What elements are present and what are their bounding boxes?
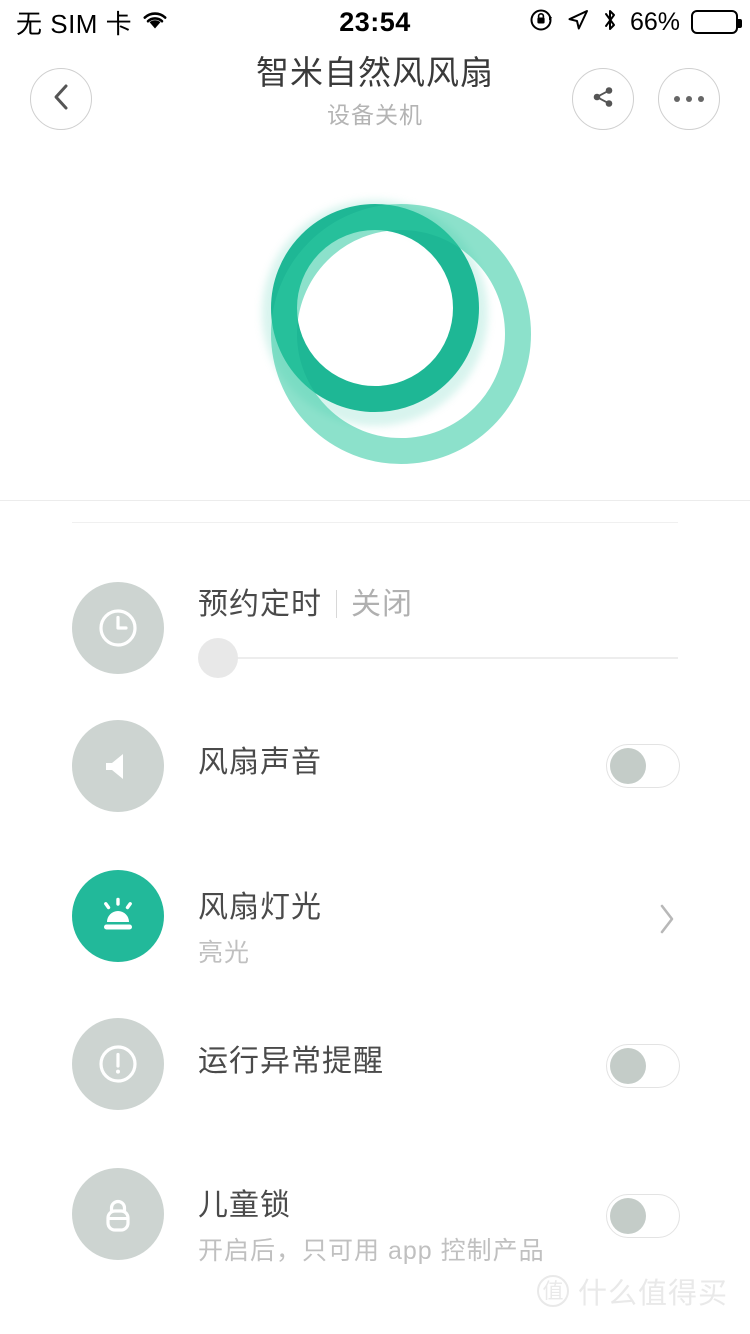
- navigation-bar: 智米自然风风扇 设备关机: [0, 44, 750, 144]
- section-divider: [0, 500, 750, 501]
- timer-value: 关闭: [351, 588, 413, 621]
- list-item-title: 预约定时 关闭: [198, 585, 413, 625]
- timer-title: 预约定时: [198, 588, 322, 621]
- child-lock-text-group: 儿童锁 开启后，只可用 app 控制产品: [198, 1186, 545, 1270]
- share-icon: [588, 82, 618, 117]
- fan-light-value: 亮光: [198, 939, 251, 967]
- nav-title-group: 智米自然风风扇 设备关机: [0, 50, 750, 132]
- list-item-error-alert[interactable]: 运行异常提醒: [0, 1000, 750, 1150]
- speaker-icon: [72, 720, 164, 812]
- slider-track: [220, 657, 678, 659]
- error-alert-toggle[interactable]: [606, 1044, 680, 1088]
- fan-sound-title: 风扇声音: [198, 746, 322, 779]
- status-bar-right: 66%: [529, 7, 742, 38]
- child-lock-description: 开启后，只可用 app 控制产品: [198, 1237, 545, 1265]
- toggle-thumb: [610, 748, 646, 784]
- fan-sound-toggle[interactable]: [606, 744, 680, 788]
- list-item-fan-sound[interactable]: 风扇声音: [0, 690, 750, 840]
- page-title: 智米自然风风扇: [256, 54, 494, 91]
- timer-text-group: 预约定时 关闭: [198, 585, 413, 625]
- fan-sound-text-group: 风扇声音: [198, 743, 322, 783]
- light-icon: [72, 870, 164, 962]
- watermark: 值 什么值得买: [536, 1270, 728, 1312]
- clock-icon: [72, 582, 164, 674]
- list-item-fan-light[interactable]: 风扇灯光 亮光: [0, 840, 750, 1000]
- timer-slider[interactable]: [198, 638, 678, 678]
- share-button[interactable]: [572, 68, 634, 130]
- list-item-timer[interactable]: 预约定时 关闭: [0, 540, 750, 690]
- power-toggle-ring[interactable]: [262, 200, 531, 464]
- error-alert-title: 运行异常提醒: [198, 1045, 384, 1078]
- bluetooth-icon: [601, 7, 619, 38]
- slider-thumb[interactable]: [198, 638, 238, 678]
- lock-icon: [72, 1168, 164, 1260]
- watermark-text: 什么值得买: [577, 1278, 728, 1310]
- more-options-button[interactable]: [658, 68, 720, 130]
- fan-light-title: 风扇灯光: [198, 891, 322, 924]
- toggle-thumb: [610, 1048, 646, 1084]
- title-separator: [336, 590, 337, 618]
- battery-percent-label: 66%: [629, 7, 680, 36]
- list-top-divider: [72, 522, 678, 523]
- settings-list: 预约定时 关闭 风扇声音 风扇灯光 亮光 运行异常提醒 儿童锁 开启后，只可用 …: [0, 540, 750, 1310]
- device-status-label: 设备关机: [327, 102, 423, 128]
- error-alert-text-group: 运行异常提醒: [198, 1042, 384, 1082]
- chevron-right-icon[interactable]: [656, 902, 678, 941]
- battery-icon: [691, 10, 742, 34]
- status-bar: 无 SIM 卡 23:54 66%: [0, 0, 750, 44]
- alert-icon: [72, 1018, 164, 1110]
- child-lock-title: 儿童锁: [198, 1189, 291, 1222]
- watermark-logo-icon: 值: [536, 1275, 569, 1307]
- power-ring-area: [0, 144, 750, 500]
- fan-light-text-group: 风扇灯光 亮光: [198, 888, 322, 972]
- app-screen: 无 SIM 卡 23:54 66% 智米自然风风扇 设备关机 预约定时 关闭 风…: [0, 0, 750, 1334]
- rotation-lock-icon: [529, 7, 555, 38]
- child-lock-toggle[interactable]: [606, 1194, 680, 1238]
- location-arrow-icon: [566, 8, 590, 37]
- power-ring-icon: [271, 204, 531, 464]
- toggle-thumb: [610, 1198, 646, 1234]
- more-dots-icon: [674, 96, 704, 102]
